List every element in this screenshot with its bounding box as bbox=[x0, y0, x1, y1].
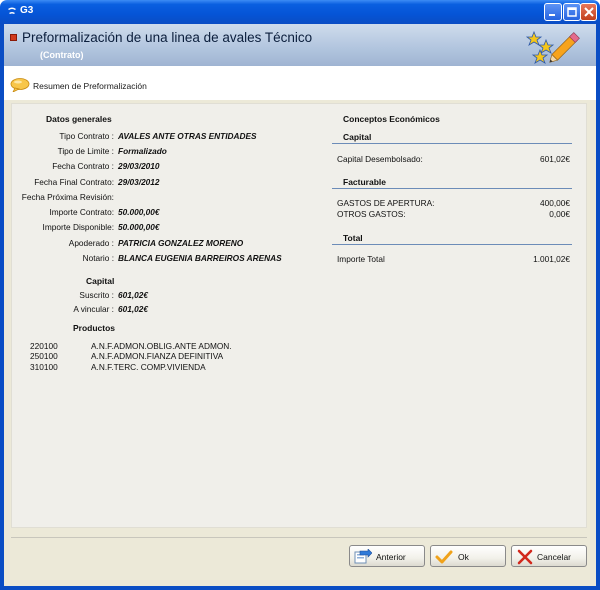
anterior-button[interactable]: Anterior bbox=[349, 545, 425, 567]
page-header: Preformalización de una linea de avales … bbox=[4, 24, 596, 66]
cancelar-button[interactable]: Cancelar bbox=[511, 545, 587, 567]
importe-total-amount: 1.001,02€ bbox=[533, 254, 570, 264]
capital-heading: Capital bbox=[86, 276, 115, 286]
app-icon bbox=[8, 7, 16, 14]
field-label: Fecha Contrato : bbox=[52, 161, 114, 171]
field-label: Apoderado : bbox=[68, 238, 114, 248]
section-divider bbox=[332, 244, 572, 245]
field-label: Fecha Final Contrato: bbox=[34, 177, 114, 187]
close-icon bbox=[584, 7, 594, 17]
field-value: 50.000,00€ bbox=[118, 207, 160, 217]
field-label: Importe Disponible: bbox=[42, 222, 114, 232]
facturable-heading: Facturable bbox=[343, 177, 386, 187]
product-code: 310100 bbox=[30, 362, 58, 372]
conceptos-heading: Conceptos Económicos bbox=[343, 114, 440, 124]
field-label: Tipo de Limite : bbox=[57, 146, 114, 156]
field-value: BLANCA EUGENIA BARREIROS ARENAS bbox=[118, 253, 282, 263]
section-divider bbox=[332, 143, 572, 144]
checkmark-icon bbox=[435, 550, 453, 564]
ok-button[interactable]: Ok bbox=[430, 545, 506, 567]
page-subtitle: (Contrato) bbox=[40, 50, 84, 60]
datos-generales-heading: Datos generales bbox=[46, 114, 112, 124]
product-code: 220100 bbox=[30, 341, 58, 351]
importe-total-label: Importe Total bbox=[337, 254, 385, 264]
capital-desembolsado-amount: 601,02€ bbox=[540, 154, 570, 164]
product-code: 250100 bbox=[30, 351, 58, 361]
ce-capital-heading: Capital bbox=[343, 132, 372, 142]
speech-bubble-icon bbox=[10, 78, 30, 92]
total-heading: Total bbox=[343, 233, 363, 243]
maximize-icon bbox=[567, 7, 577, 17]
minimize-icon bbox=[549, 14, 555, 16]
product-name: A.N.F.ADMON.FIANZA DEFINITIVA bbox=[91, 351, 224, 361]
otros-gastos-label: OTROS GASTOS: bbox=[337, 209, 406, 219]
ok-label: Ok bbox=[458, 552, 469, 562]
field-value: 601,02€ bbox=[118, 304, 148, 314]
field-value: PATRICIA GONZALEZ MORENO bbox=[118, 238, 244, 248]
cancel-x-icon bbox=[517, 549, 533, 565]
field-label: A vincular : bbox=[73, 304, 114, 314]
field-value: 29/03/2012 bbox=[118, 177, 160, 187]
gastos-apertura-amount: 400,00€ bbox=[540, 198, 570, 208]
otros-gastos-amount: 0,00€ bbox=[549, 209, 570, 219]
anterior-label: Anterior bbox=[376, 552, 406, 562]
field-label: Tipo Contrato : bbox=[59, 131, 114, 141]
field-value: 29/03/2010 bbox=[118, 161, 160, 171]
field-value: Formalizado bbox=[118, 146, 167, 156]
section-divider bbox=[332, 188, 572, 189]
breadcrumb-label: Resumen de Preformalización bbox=[33, 81, 147, 91]
field-label: Importe Contrato: bbox=[49, 207, 114, 217]
stars-pencil-icon bbox=[526, 30, 580, 64]
maximize-button[interactable] bbox=[563, 3, 581, 21]
page-title: Preformalización de una linea de avales … bbox=[22, 30, 313, 45]
product-name: A.N.F.ADMON.OBLIG.ANTE ADMON. bbox=[91, 341, 232, 351]
field-label: Notario : bbox=[82, 253, 114, 263]
field-label: Suscrito : bbox=[79, 290, 114, 300]
field-label: Fecha Próxima Revisión: bbox=[21, 192, 114, 202]
minimize-button[interactable] bbox=[544, 3, 562, 21]
header-bullet-icon bbox=[10, 34, 17, 41]
capital-desembolsado-label: Capital Desembolsado: bbox=[337, 154, 423, 164]
close-button[interactable] bbox=[580, 3, 597, 21]
productos-heading: Productos bbox=[73, 323, 116, 333]
footer-divider bbox=[11, 537, 587, 538]
field-value: 50.000,00€ bbox=[118, 222, 160, 232]
cancelar-label: Cancelar bbox=[537, 552, 572, 562]
breadcrumb: Resumen de Preformalización bbox=[4, 66, 596, 100]
gastos-apertura-label: GASTOS DE APERTURA: bbox=[337, 198, 435, 208]
field-value: AVALES ANTE OTRAS ENTIDADES bbox=[118, 131, 257, 141]
title-bar[interactable]: G3 bbox=[0, 0, 600, 24]
window-title: G3 bbox=[20, 5, 34, 16]
back-arrow-icon bbox=[354, 549, 372, 564]
product-name: A.N.F.TERC. COMP.VIVIENDA bbox=[91, 362, 206, 372]
field-value: 601,02€ bbox=[118, 290, 148, 300]
